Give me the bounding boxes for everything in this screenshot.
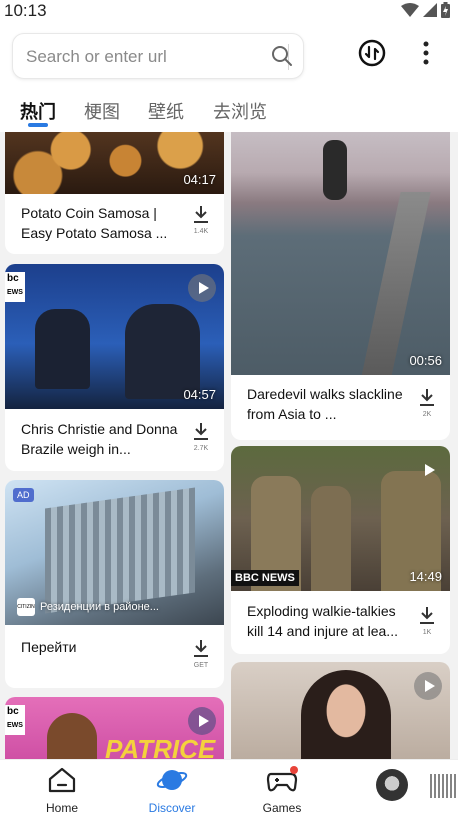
tab-memes[interactable]: 梗图 <box>84 98 120 124</box>
ad-card[interactable]: AD CITIZIN Резиденции в районе... Перейт… <box>5 480 224 688</box>
ad-image[interactable]: AD CITIZIN Резиденции в районе... <box>5 480 224 625</box>
play-icon[interactable] <box>188 274 216 302</box>
download-count: 2K <box>422 411 432 418</box>
tab-browse[interactable]: 去浏览 <box>213 98 267 124</box>
download-icon <box>420 389 434 406</box>
video-title[interactable]: Exploding walkie-talkies kill 14 and inj… <box>247 601 407 641</box>
nav-discover-label: Discover <box>148 801 196 815</box>
battery-icon <box>441 2 450 18</box>
video-thumbnail[interactable]: 04:17 <box>5 132 224 194</box>
download-button[interactable]: 2K <box>413 387 441 418</box>
tab-hot[interactable]: 热门 <box>20 98 56 124</box>
nav-home[interactable]: Home <box>17 766 107 815</box>
person-figure <box>47 713 97 759</box>
gamepad-icon <box>266 766 298 792</box>
search-icon[interactable] <box>271 45 293 67</box>
video-title[interactable]: Potato Coin Samosa | Easy Potato Samosa … <box>21 203 181 243</box>
download-icon <box>194 640 208 657</box>
video-duration: 00:56 <box>409 353 442 368</box>
home-icon <box>48 767 76 793</box>
play-icon[interactable] <box>414 456 442 484</box>
video-thumbnail[interactable]: BBC NEWS 14:49 <box>231 446 450 591</box>
wifi-icon <box>401 3 419 17</box>
status-bar: 10:13 <box>0 0 458 22</box>
video-thumbnail[interactable]: bc EWS PATRICE <box>5 697 224 759</box>
person-figure <box>301 670 391 759</box>
video-thumbnail[interactable]: bc EWS 04:57 <box>5 264 224 409</box>
nav-games-label: Games <box>262 801 302 815</box>
video-card[interactable] <box>231 662 450 759</box>
search-bar[interactable]: Search or enter url <box>12 33 304 79</box>
get-label: GET <box>193 662 209 669</box>
ad-text: Резиденции в районе... <box>40 601 159 613</box>
video-thumbnail[interactable] <box>231 662 450 759</box>
nav-home-label: Home <box>45 801 78 815</box>
play-icon[interactable] <box>414 672 442 700</box>
network-logo: bc EWS <box>5 705 25 735</box>
video-title[interactable]: Chris Christie and Donna Brazile weigh i… <box>21 419 181 459</box>
search-input[interactable]: Search or enter url <box>26 47 167 67</box>
ad-badge: AD <box>13 488 34 502</box>
nav-discover[interactable]: Discover <box>127 766 217 815</box>
download-icon <box>194 206 208 223</box>
video-card[interactable]: bc EWS PATRICE <box>5 697 224 759</box>
building-image <box>45 487 195 614</box>
download-icon <box>420 607 434 624</box>
nav-games[interactable]: Games <box>237 766 327 815</box>
person-figure <box>323 140 347 200</box>
person-figure <box>125 304 200 399</box>
tab-wallpapers[interactable]: 壁纸 <box>148 98 184 124</box>
video-card[interactable]: BBC NEWS 14:49 Exploding walkie-talkies … <box>231 446 450 654</box>
video-thumbnail[interactable]: 00:56 <box>231 132 450 375</box>
network-logo: BBC NEWS <box>231 570 299 586</box>
ad-brand: CITIZIN Резиденции в районе... <box>17 598 159 616</box>
more-options-icon[interactable] <box>416 39 436 67</box>
video-duration: 14:49 <box>409 569 442 584</box>
category-tabs: 热门 梗图 壁纸 去浏览 <box>0 94 458 130</box>
video-duration: 04:17 <box>183 172 216 187</box>
video-card[interactable]: 00:56 Daredevil walks slackline from Asi… <box>231 132 450 440</box>
bottom-navigation: Home Discover Games <box>0 759 458 820</box>
download-count: 2.7K <box>193 445 209 452</box>
overlay-text: PATRICE <box>105 734 216 759</box>
video-card[interactable]: 04:17 Potato Coin Samosa | Easy Potato S… <box>5 132 224 254</box>
download-count: 1.4K <box>193 228 209 235</box>
download-button[interactable]: 1.4K <box>187 204 215 235</box>
video-card[interactable]: bc EWS 04:57 Chris Christie and Donna Br… <box>5 264 224 471</box>
status-icons <box>401 2 450 18</box>
profile-avatar[interactable] <box>376 769 408 801</box>
person-figure <box>35 309 90 389</box>
person-figure <box>311 486 351 591</box>
more-thumbnail[interactable] <box>430 774 456 798</box>
ad-title[interactable]: Перейти <box>21 637 171 657</box>
header: Search or enter url 热门 梗图 壁纸 去浏览 <box>0 22 458 132</box>
video-title[interactable]: Daredevil walks slackline from Asia to .… <box>247 384 407 424</box>
tab-indicator <box>28 123 48 127</box>
ad-brand-logo: CITIZIN <box>17 598 35 616</box>
download-count: 1K <box>422 629 432 636</box>
status-time: 10:13 <box>4 1 47 20</box>
planet-icon <box>156 770 188 790</box>
bridge-image <box>361 192 431 375</box>
play-icon[interactable] <box>188 707 216 735</box>
get-button[interactable]: GET <box>187 638 215 669</box>
vpn-icon[interactable] <box>358 39 386 67</box>
video-duration: 04:57 <box>183 387 216 402</box>
signal-icon <box>423 3 437 17</box>
download-button[interactable]: 2.7K <box>187 421 215 452</box>
download-icon <box>194 423 208 440</box>
video-feed[interactable]: 04:17 Potato Coin Samosa | Easy Potato S… <box>0 132 458 759</box>
download-button[interactable]: 1K <box>413 605 441 636</box>
network-logo: bc EWS <box>5 272 25 302</box>
